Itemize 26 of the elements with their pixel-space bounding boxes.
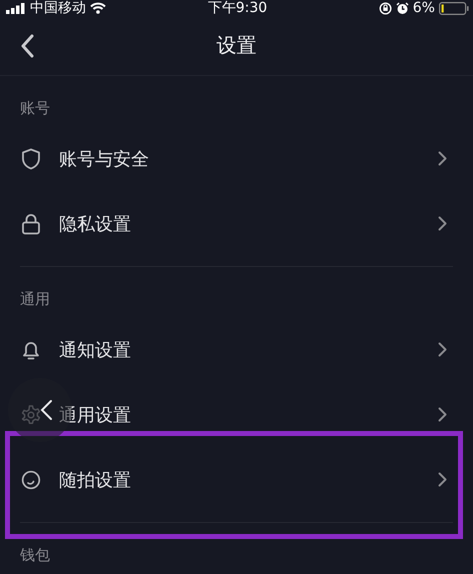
chevron-right-icon <box>438 472 447 487</box>
settings-row[interactable]: 账号与安全 <box>0 126 473 191</box>
lock-icon <box>21 212 41 234</box>
chevron-right-icon <box>438 151 447 166</box>
section-title: 通用 <box>20 290 50 308</box>
section-title: 账号 <box>20 98 50 118</box>
circle-icon <box>21 468 41 490</box>
signal-icon <box>6 2 26 14</box>
settings-row[interactable]: 隐私设置 <box>0 191 473 256</box>
chevron-right-icon <box>438 216 447 231</box>
shield-icon <box>21 148 41 170</box>
battery-icon <box>438 2 469 14</box>
chevron-right-icon <box>438 407 447 422</box>
gear-icon <box>21 404 41 426</box>
status-time: 下午9:30 <box>208 0 268 16</box>
chevron-left-icon <box>39 399 53 421</box>
battery-percent: 6% <box>412 0 435 16</box>
wifi-icon <box>90 2 106 14</box>
section-title: 钱包 <box>20 546 50 564</box>
settings-row[interactable]: 随拍设置 <box>5 431 463 539</box>
back-icon[interactable] <box>20 34 34 58</box>
chevron-right-icon <box>438 342 447 357</box>
carrier-name: 中国移动 <box>30 0 86 16</box>
settings-row[interactable]: 通知设置 <box>0 317 473 382</box>
rotation-lock-icon <box>378 2 392 14</box>
page-title: 设置 <box>216 32 256 59</box>
